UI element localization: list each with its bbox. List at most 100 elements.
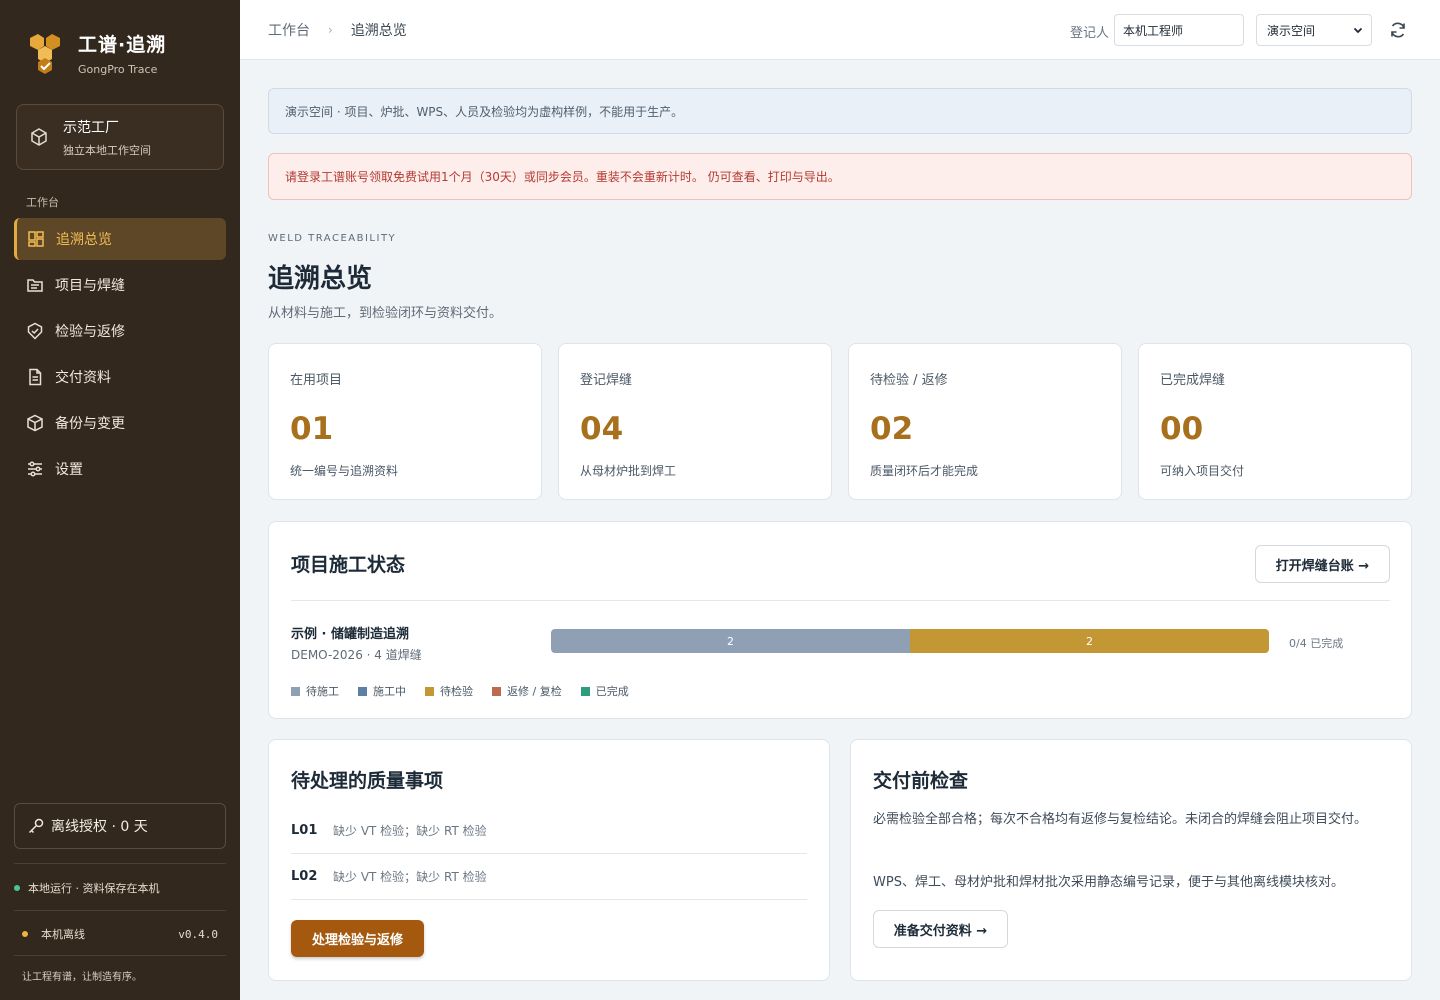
stat-card-projects: 在用项目 01 统一编号与追溯资料 [268,343,542,500]
sidebar-item-delivery[interactable]: 交付资料 [14,356,226,398]
sidebar-item-overview[interactable]: 追溯总览 [14,218,226,260]
chevron-down-icon [1353,27,1363,34]
progress-segment: 2 [910,629,1269,653]
progress-text: 0/4 已完成 [1289,637,1344,650]
handle-inspection-button[interactable]: 处理检验与返修 [291,920,424,957]
legend-label: 待检验 [440,685,473,698]
quality-issues-card: 待处理的质量事项 L01 缺少 VT 检验；缺少 RT 检验 L02 缺少 VT… [268,739,830,981]
sidebar-divider [14,955,226,956]
sidebar-item-inspection[interactable]: 检验与返修 [14,310,226,352]
refresh-icon[interactable] [1388,20,1408,40]
document-icon [29,368,42,386]
shield-check-icon [27,322,43,340]
local-status-text: 本地运行 · 资料保存在本机 [28,882,160,895]
offline-dot-icon [22,931,28,937]
local-status: 本地运行 · 资料保存在本机 [14,880,160,896]
license-button[interactable]: 离线授权 · 0 天 [14,803,226,849]
sliders-icon [28,461,42,477]
stat-value: 02 [870,411,914,447]
workspace-switcher[interactable]: 示范工厂 独立本地工作空间 [16,104,224,170]
legend-item: 已完成 [580,683,629,699]
breadcrumb-current: 追溯总览 [350,23,407,39]
sidebar: 工谱·追溯 GongPro Trace 示范工厂 独立本地工作空间 工作台 追溯… [0,0,240,1000]
brand[interactable]: 工谱·追溯 GongPro Trace [24,30,166,76]
sidebar-item-settings[interactable]: 设置 [14,448,226,490]
legend-label: 施工中 [373,685,406,698]
stat-desc: 可纳入项目交付 [1160,464,1245,478]
sidebar-item-backup[interactable]: 备份与变更 [14,402,226,444]
sidebar-item-label: 交付资料 [55,370,111,386]
workspace-title: 示范工厂 [63,119,119,136]
stat-value: 00 [1160,411,1204,447]
stat-label: 在用项目 [290,373,343,388]
legend-item: 施工中 [358,683,406,699]
quality-issues-title: 待处理的质量事项 [291,770,444,792]
project-status-title: 项目施工状态 [291,554,406,576]
sidebar-item-label: 检验与返修 [55,324,125,340]
stat-card-completed: 已完成焊缝 00 可纳入项目交付 [1138,343,1412,500]
stat-label: 登记焊缝 [580,373,633,388]
legend-label: 返修 / 复检 [507,685,562,698]
issue-row[interactable]: L01 缺少 VT 检验；缺少 RT 检验 [291,808,807,854]
stat-value: 04 [580,411,624,447]
sidebar-divider [14,863,226,864]
page-title: 追溯总览 [268,264,373,294]
open-weld-ledger-button[interactable]: 打开焊缝台账 → [1255,545,1390,583]
legend-item: 返修 / 复检 [492,683,562,699]
issue-id: L02 [291,869,318,884]
project-meta: DEMO-2026 · 4 道焊缝 [291,648,422,662]
project-status-card: 项目施工状态 打开焊缝台账 → 示例 · 储罐制造追溯 DEMO-2026 · … [268,521,1412,719]
logo-icon [24,32,66,74]
folder-icon [27,279,43,292]
slogan: 让工程有谱，让制造有序。 [22,972,142,983]
cube-icon [31,128,47,146]
delivery-check-card: 交付前检查 必需检验全部合格；每次不合格均有返修与复检结论。未闭合的焊缝会阻止项… [850,739,1412,981]
page-eyebrow: WELD TRACEABILITY [268,233,397,244]
delivery-note-text: WPS、焊工、母材炉批和焊材批次采用静态编号记录，便于与其他离线模块核对。 [873,875,1344,890]
stat-label: 待检验 / 返修 [870,373,948,388]
license-label: 离线授权 · 0 天 [51,819,148,835]
breadcrumb-root[interactable]: 工作台 [268,20,310,40]
breadcrumb: 工作台 › 追溯总览 [268,20,407,40]
offline-status: 本机离线 v0.4.0 [22,926,218,942]
recorder-input[interactable] [1114,14,1244,46]
space-select-value: 演示空间 [1267,23,1316,38]
page-subtitle: 从材料与施工，到检验闭环与资料交付。 [268,306,503,321]
offline-text: 本机离线 [41,928,85,941]
stat-value: 01 [290,411,334,447]
legend-swatch [580,686,590,696]
box-icon [27,414,43,432]
stat-label: 已完成焊缝 [1160,373,1226,388]
stat-card-welds: 登记焊缝 04 从母材炉批到焊工 [558,343,832,500]
sidebar-nav: 追溯总览 项目与焊缝 检验与返修 交付资料 备份与变更 设置 [14,218,226,494]
top-bar: 工作台 › 追溯总览 登记人 演示空间 [240,0,1440,60]
workspace-subtitle: 独立本地工作空间 [63,143,151,157]
legend-swatch [492,686,501,696]
sidebar-item-label: 设置 [55,462,83,478]
stat-card-pending: 待检验 / 返修 02 质量闭环后才能完成 [848,343,1122,500]
status-legend: 待施工 施工中 待检验 返修 / 复检 已完成 [291,683,648,699]
nav-section-label: 工作台 [26,196,59,209]
dashboard-icon [28,231,44,247]
delivery-check-title: 交付前检查 [873,770,969,792]
issue-text: 缺少 VT 检验；缺少 RT 检验 [333,824,487,838]
sidebar-item-label: 追溯总览 [56,232,112,248]
prepare-delivery-button[interactable]: 准备交付资料 → [873,910,1008,948]
sidebar-divider [14,910,226,911]
sidebar-item-projects[interactable]: 项目与焊缝 [14,264,226,306]
trial-notice: 请登录工谱账号领取免费试用1个月（30天）或同步会员。重装不会重新计时。 仍可查… [268,153,1412,200]
stat-desc: 从母材炉批到焊工 [580,464,677,478]
card-divider [291,600,1390,601]
legend-label: 已完成 [595,685,629,698]
issue-row[interactable]: L02 缺少 VT 检验；缺少 RT 检验 [291,854,807,900]
status-dot-icon [14,885,20,891]
breadcrumb-separator: › [328,23,333,37]
key-icon [28,818,44,834]
project-name[interactable]: 示例 · 储罐制造追溯 [291,623,409,642]
sidebar-item-label: 项目与焊缝 [55,278,125,294]
issue-id: L01 [291,823,318,838]
issue-text: 缺少 VT 检验；缺少 RT 检验 [333,870,487,884]
progress-segment: 2 [551,629,910,653]
delivery-rule-text: 必需检验全部合格；每次不合格均有返修与复检结论。未闭合的焊缝会阻止项目交付。 [873,812,1368,827]
space-select[interactable]: 演示空间 [1256,14,1372,46]
